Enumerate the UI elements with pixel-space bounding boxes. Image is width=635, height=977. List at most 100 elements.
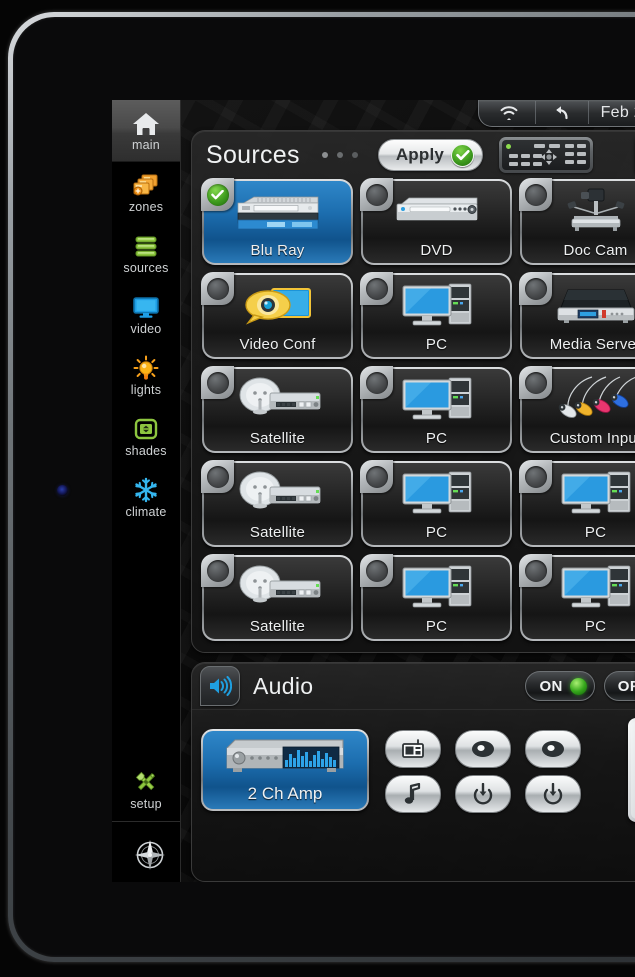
badge-hole (524, 183, 547, 206)
speaker-volume-icon[interactable] (200, 666, 240, 706)
monitor-icon (131, 294, 161, 322)
back-button[interactable] (536, 101, 589, 124)
audio-button-download-2[interactable] (525, 774, 581, 813)
sidebar-item-label: zones (128, 199, 164, 214)
source-tile-satellite[interactable]: Satellite (201, 366, 353, 453)
tile-label: Satellite (249, 618, 306, 635)
source-tile-pc[interactable]: PC (519, 460, 635, 547)
tile-select-badge[interactable] (360, 460, 393, 493)
source-tile-pc[interactable]: PC (360, 366, 512, 453)
zones-icon (131, 172, 161, 200)
tile-select-badge[interactable] (201, 366, 234, 399)
badge-hole (365, 183, 388, 206)
shades-icon (131, 416, 161, 444)
tile-select-badge[interactable] (360, 272, 393, 305)
sidebar-item-video[interactable]: video (112, 284, 180, 345)
sources-panel-header: Sources Apply (192, 131, 635, 179)
page-dots (321, 152, 358, 158)
tile-select-badge[interactable] (360, 178, 393, 211)
source-tile-video-conf[interactable]: Video Conf (201, 272, 353, 359)
source-tile-satellite[interactable]: Satellite (201, 554, 353, 641)
sources-icon (131, 233, 161, 261)
source-tile-dvd[interactable]: DVD (360, 178, 512, 265)
audio-on-label: ON (539, 677, 563, 695)
tile-label: Blu Ray (250, 242, 305, 259)
sidebar-item-compass[interactable] (112, 821, 180, 882)
status-bar: Feb 2 (181, 100, 635, 130)
sidebar-item-lights[interactable]: lights (112, 345, 180, 406)
sidebar: main zones sources video lights shades c… (112, 100, 181, 882)
source-tile-doc-cam[interactable]: Doc Cam (519, 178, 635, 265)
status-pill-group: Feb 2 (477, 100, 635, 127)
remote-control-icon[interactable] (499, 137, 594, 173)
tile-label: PC (425, 618, 448, 635)
source-tile-blu-ray[interactable]: Blu Ray (201, 178, 353, 265)
page-dot[interactable] (321, 152, 328, 158)
audio-button-download-1[interactable] (455, 774, 511, 813)
audio-button-tuner[interactable] (385, 729, 441, 768)
source-tile-pc[interactable]: PC (360, 272, 512, 359)
tile-label: PC (425, 430, 448, 447)
green-check-icon (451, 143, 475, 167)
tile-select-badge[interactable] (201, 554, 234, 587)
tile-select-badge[interactable] (519, 554, 552, 587)
tile-select-badge[interactable] (360, 554, 393, 587)
tile-label: Satellite (249, 430, 306, 447)
snowflake-icon (131, 477, 161, 505)
page-title: Sources (206, 140, 300, 169)
audio-panel: Audio ON OFF (191, 662, 635, 882)
sidebar-item-shades[interactable]: shades (112, 406, 180, 467)
lightbulb-icon (131, 355, 161, 383)
tile-select-badge[interactable] (201, 178, 234, 211)
tile-select-badge[interactable] (519, 272, 552, 305)
remote-face (631, 721, 635, 819)
amplifier-icon (203, 734, 367, 780)
audio-button-disc-1[interactable] (455, 729, 511, 768)
source-tile-pc[interactable]: PC (360, 554, 512, 641)
compass-icon (131, 838, 165, 870)
remote-led (506, 144, 512, 149)
screenshot-root: main zones sources video lights shades c… (0, 0, 635, 977)
tile-label: PC (584, 618, 607, 635)
audio-off-button[interactable]: OFF (603, 671, 635, 701)
page-dot[interactable] (336, 152, 343, 158)
source-tile-media-server[interactable]: Media Server (519, 272, 635, 359)
sidebar-item-climate[interactable]: climate (112, 467, 180, 528)
tile-label: Video Conf (239, 336, 316, 353)
apply-button[interactable]: Apply (377, 139, 484, 171)
audio-tile-amp[interactable]: 2 Ch Amp (201, 729, 369, 811)
page-dot[interactable] (351, 152, 358, 158)
source-tile-satellite[interactable]: Satellite (201, 460, 353, 547)
tile-label: PC (425, 524, 448, 541)
tile-select-badge[interactable] (201, 460, 234, 493)
sidebar-item-setup[interactable]: setup (112, 759, 180, 821)
audio-button-disc-2[interactable] (525, 729, 581, 768)
tile-label: PC (425, 336, 448, 353)
sidebar-item-main[interactable]: main (112, 100, 180, 162)
sidebar-item-zones[interactable]: zones (112, 162, 180, 223)
sources-panel: Sources Apply Blu Ray DVD Doc Cam Video … (191, 130, 635, 653)
sidebar-item-label: video (130, 321, 162, 336)
audio-button-music[interactable] (385, 774, 441, 813)
sidebar-item-label: setup (130, 797, 162, 812)
tile-select-badge[interactable] (201, 272, 234, 305)
wifi-status-button[interactable] (483, 101, 536, 124)
tile-select-badge[interactable] (519, 460, 552, 493)
source-tile-pc[interactable]: PC (360, 460, 512, 547)
control-app: main zones sources video lights shades c… (112, 100, 635, 882)
audio-on-button[interactable]: ON (525, 671, 595, 701)
sidebar-item-sources[interactable]: sources (112, 223, 180, 284)
source-tile-custom-input[interactable]: Custom Input (519, 366, 635, 453)
badge-hole (206, 559, 229, 582)
tile-select-badge[interactable] (519, 178, 552, 211)
tile-label: Satellite (249, 524, 306, 541)
audio-power-controls: ON OFF (525, 671, 635, 701)
source-tile-pc[interactable]: PC (519, 554, 635, 641)
tile-select-badge[interactable] (360, 366, 393, 399)
main-content: Feb 2 Sources (181, 100, 635, 882)
date-display[interactable]: Feb 2 (589, 101, 635, 124)
tile-label: DVD (420, 242, 453, 259)
remote-face (502, 140, 591, 170)
remote-control-tall-icon[interactable] (628, 718, 635, 822)
tile-select-badge[interactable] (519, 366, 552, 399)
